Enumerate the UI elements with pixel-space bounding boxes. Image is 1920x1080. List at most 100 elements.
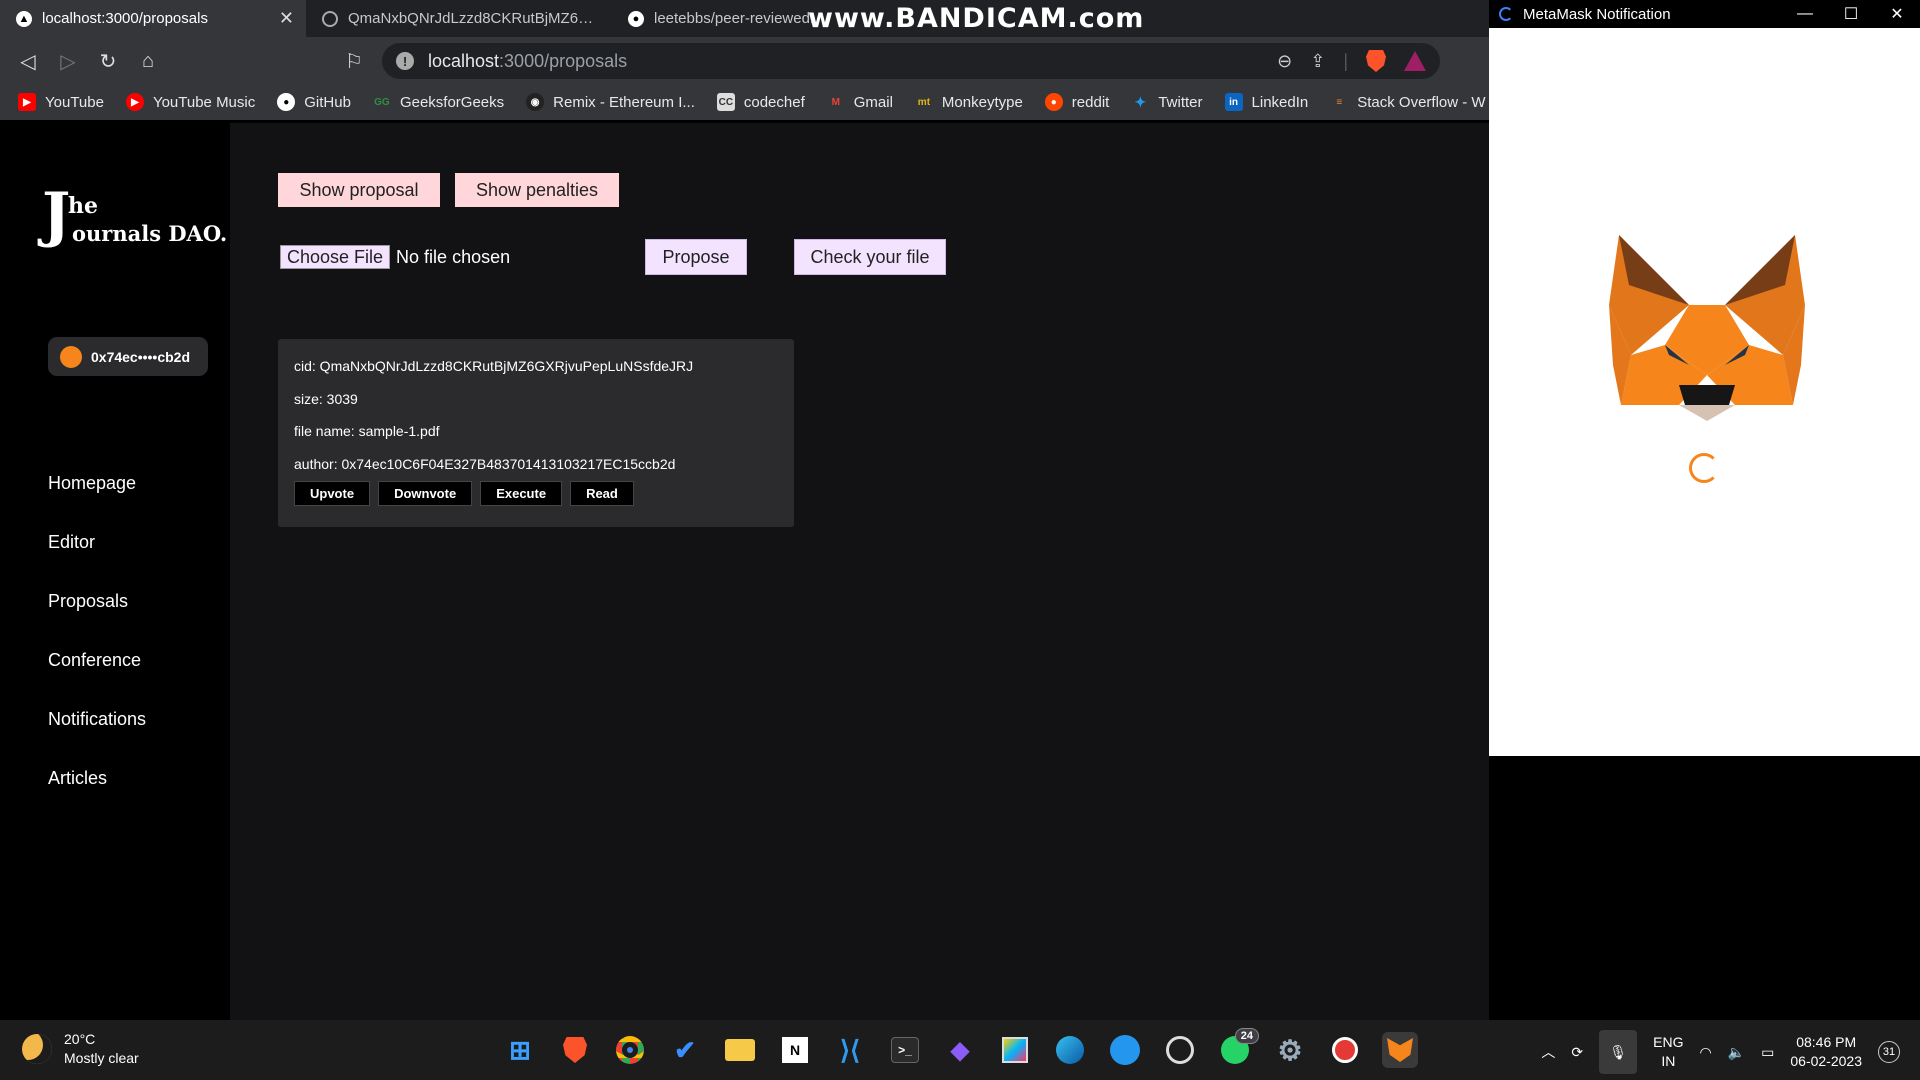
- obs-icon[interactable]: [1162, 1032, 1198, 1068]
- metamask-taskbar-icon[interactable]: [1382, 1032, 1418, 1068]
- sidebar-item-conference[interactable]: Conference: [48, 650, 146, 709]
- gfg-icon: GG: [374, 96, 390, 108]
- info-icon[interactable]: !: [396, 52, 414, 70]
- show-proposal-button[interactable]: Show proposal: [278, 173, 440, 207]
- show-penalties-button[interactable]: Show penalties: [455, 173, 619, 207]
- propose-button[interactable]: Propose: [645, 239, 747, 275]
- home-icon[interactable]: ⌂: [134, 47, 162, 75]
- zoom-icon[interactable]: ⊖: [1277, 51, 1292, 72]
- obsidian-icon[interactable]: ◆: [942, 1032, 978, 1068]
- bookmark-youtube-music[interactable]: ▶ YouTube Music: [125, 93, 255, 111]
- microphone-icon[interactable]: 🎙: [1599, 1030, 1638, 1074]
- bookmark-gmail[interactable]: M Gmail: [827, 93, 893, 111]
- wallet-button[interactable]: 0x74ec••••cb2d: [48, 337, 208, 376]
- sidebar-item-articles[interactable]: Articles: [48, 768, 146, 827]
- settings-icon[interactable]: ⚙: [1272, 1032, 1308, 1068]
- whatsapp-badge: 24: [1234, 1028, 1259, 1044]
- url-host: localhost: [428, 50, 500, 71]
- vscode-icon[interactable]: ⟩⟨: [832, 1032, 868, 1068]
- reddit-icon: ●: [1044, 93, 1063, 111]
- monkeytype-icon: mt: [917, 96, 931, 108]
- proposal-size: size: 3039: [294, 390, 358, 407]
- brave-shields-icon[interactable]: [1366, 50, 1386, 72]
- read-button[interactable]: Read: [570, 481, 634, 506]
- downvote-button[interactable]: Downvote: [378, 481, 473, 506]
- close-icon[interactable]: ✕: [279, 8, 294, 29]
- metamask-fox-icon: [1609, 235, 1805, 421]
- sync-icon[interactable]: ⟳: [1571, 1044, 1583, 1061]
- bookmark-linkedin[interactable]: in LinkedIn: [1224, 93, 1308, 111]
- github-icon: ●: [277, 93, 296, 111]
- volume-icon[interactable]: 🔈: [1728, 1044, 1745, 1061]
- bookmark-codechef[interactable]: CC codechef: [716, 93, 805, 111]
- bookmarks-bar: ▶ YouTube ▶ YouTube Music ● GitHub GG Geeksf…: [0, 84, 1489, 120]
- bookmark-youtube[interactable]: ▶ YouTube: [18, 93, 104, 111]
- bookmark-twitter[interactable]: ✦ Twitter: [1131, 93, 1202, 111]
- paint-icon[interactable]: [997, 1032, 1033, 1068]
- file-explorer-icon[interactable]: [722, 1032, 758, 1068]
- language-indicator[interactable]: ENG IN: [1653, 1033, 1683, 1071]
- back-icon[interactable]: ◁: [14, 47, 42, 75]
- logo-line-1: he: [68, 193, 98, 219]
- start-icon[interactable]: ⊞: [502, 1032, 538, 1068]
- close-icon[interactable]: ✕: [1874, 0, 1920, 28]
- weather-widget[interactable]: 20°C Mostly clear: [22, 1030, 139, 1068]
- bookmark-stackoverflow[interactable]: ≡ Stack Overflow - W: [1330, 93, 1485, 111]
- address-bar[interactable]: ! localhost:3000/proposals ⊖ ⇪ | 1: [382, 43, 1440, 79]
- tab-ipfs[interactable]: QmaNxbQNrJdLzzd8CKRutBjMZ6GXR: [306, 0, 612, 37]
- loading-icon: [1499, 7, 1513, 21]
- main-content: Show proposal Show penalties Choose File…: [230, 123, 1489, 1020]
- bookmark-reddit[interactable]: ● reddit: [1044, 93, 1110, 111]
- bookmark-monkeytype[interactable]: mt Monkeytype: [915, 93, 1023, 111]
- check-file-button[interactable]: Check your file: [794, 239, 946, 275]
- sidebar-item-editor[interactable]: Editor: [48, 532, 146, 591]
- proposal-file-name: file name: sample-1.pdf: [294, 423, 440, 439]
- battery-icon[interactable]: ▭: [1761, 1044, 1774, 1061]
- bookmark-geeksforgeeks[interactable]: GG GeeksforGeeks: [373, 93, 504, 111]
- whatsapp-icon[interactable]: 24: [1217, 1028, 1259, 1068]
- sidebar: J he ournals DAO. 0x74ec••••cb2d Homepag…: [0, 123, 230, 1020]
- share-icon[interactable]: ⇪: [1310, 51, 1325, 72]
- maximize-icon[interactable]: ☐: [1828, 0, 1874, 28]
- navigation-bar: ◁ ▷ ↻ ⌂ ⚐ ! localhost:3000/proposals ⊖ ⇪…: [0, 37, 1489, 84]
- choose-file-button[interactable]: Choose File: [280, 245, 391, 269]
- terminal-icon[interactable]: >_: [887, 1032, 923, 1068]
- bookmark-remix[interactable]: ◉ Remix - Ethereum I...: [526, 93, 695, 111]
- todo-icon[interactable]: ✔: [667, 1032, 703, 1068]
- tab-label: QmaNxbQNrJdLzzd8CKRutBjMZ6GXR: [348, 10, 600, 27]
- brave-rewards-icon[interactable]: 1: [1404, 51, 1426, 71]
- edge-icon[interactable]: [1052, 1032, 1088, 1068]
- notion-icon[interactable]: N: [777, 1032, 813, 1068]
- system-tray: ︿ ⟳ 🎙 ENG IN ◠ 🔈 ▭ 08:46 PM 06-02-2023 3…: [1541, 1030, 1900, 1074]
- divider: |: [1343, 50, 1348, 71]
- minimize-icon[interactable]: —: [1782, 0, 1828, 28]
- forward-icon[interactable]: ▷: [54, 47, 82, 75]
- tab-proposals[interactable]: ▲ localhost:3000/proposals ✕: [0, 0, 306, 37]
- upvote-button[interactable]: Upvote: [294, 481, 371, 506]
- wifi-icon[interactable]: ◠: [1699, 1044, 1711, 1061]
- brave-icon[interactable]: [557, 1032, 593, 1068]
- metamask-title: MetaMask Notification: [1523, 5, 1671, 23]
- sidebar-item-homepage[interactable]: Homepage: [48, 473, 146, 532]
- sidebar-item-proposals[interactable]: Proposals: [48, 591, 146, 650]
- weather-temp: 20°C: [64, 1031, 96, 1047]
- execute-button[interactable]: Execute: [480, 481, 563, 506]
- reload-icon[interactable]: ↻: [94, 47, 122, 75]
- taskbar-apps: ⊞ ✔ N ⟩⟨ >_ ◆ 24 ⚙: [502, 1028, 1418, 1068]
- bookmark-icon[interactable]: ⚐: [340, 47, 368, 75]
- notification-center-icon[interactable]: 31: [1878, 1041, 1900, 1063]
- proposal-card: cid: QmaNxbQNrJdLzzd8CKRutBjMZ6GXRjvuPep…: [278, 339, 794, 527]
- bookmark-label: reddit: [1071, 93, 1110, 111]
- chevron-up-icon[interactable]: ︿: [1541, 1042, 1555, 1062]
- url-text: localhost:3000/proposals: [428, 51, 627, 72]
- file-input[interactable]: Choose File No file chosen: [280, 245, 510, 269]
- bookmark-github[interactable]: ● GitHub: [277, 93, 351, 111]
- record-icon[interactable]: [1327, 1032, 1363, 1068]
- sidebar-item-notifications[interactable]: Notifications: [48, 709, 146, 768]
- bookmark-label: YouTube: [45, 93, 104, 111]
- clock[interactable]: 08:46 PM 06-02-2023: [1790, 1033, 1862, 1071]
- chrome-icon[interactable]: [612, 1032, 648, 1068]
- bookmark-label: Gmail: [853, 93, 893, 111]
- youtube-icon: ▶: [18, 93, 36, 111]
- docker-icon[interactable]: [1107, 1032, 1143, 1068]
